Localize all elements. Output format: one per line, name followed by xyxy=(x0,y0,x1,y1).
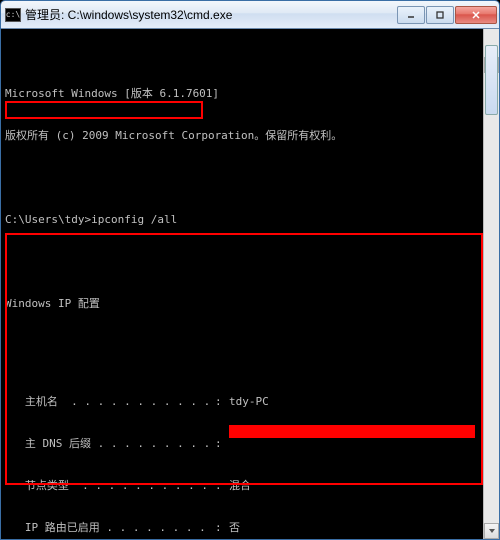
cmd-icon: c:\ xyxy=(5,8,21,22)
blank-line xyxy=(5,171,479,185)
highlight-duid-redact xyxy=(229,425,475,438)
scroll-down-button[interactable] xyxy=(484,523,499,539)
titlebar[interactable]: c:\ 管理员: C:\windows\system32\cmd.exe xyxy=(1,1,499,29)
command-prompt: C:\Users\tdy>ipconfig /all xyxy=(5,213,479,227)
highlight-main-block xyxy=(5,233,483,485)
scroll-thumb[interactable] xyxy=(485,45,498,115)
scrollbar[interactable] xyxy=(483,29,499,539)
header-line1: Microsoft Windows [版本 6.1.7601] xyxy=(5,87,479,101)
scroll-track[interactable] xyxy=(484,45,499,523)
cmd-window: c:\ 管理员: C:\windows\system32\cmd.exe Mic… xyxy=(0,0,500,540)
header-line2: 版权所有 (c) 2009 Microsoft Corporation。保留所有… xyxy=(5,129,479,143)
window-title: 管理员: C:\windows\system32\cmd.exe xyxy=(25,6,397,23)
close-button[interactable] xyxy=(455,6,497,24)
minimize-button[interactable] xyxy=(397,6,425,24)
maximize-button[interactable] xyxy=(426,6,454,24)
row-ip-routing: IP 路由已启用 . . . . . . . . . .:否 xyxy=(5,521,479,535)
highlight-command xyxy=(5,101,203,119)
terminal-body[interactable]: Microsoft Windows [版本 6.1.7601] 版权所有 (c)… xyxy=(1,29,499,539)
terminal-content: Microsoft Windows [版本 6.1.7601] 版权所有 (c)… xyxy=(5,59,495,539)
window-buttons xyxy=(397,6,497,24)
